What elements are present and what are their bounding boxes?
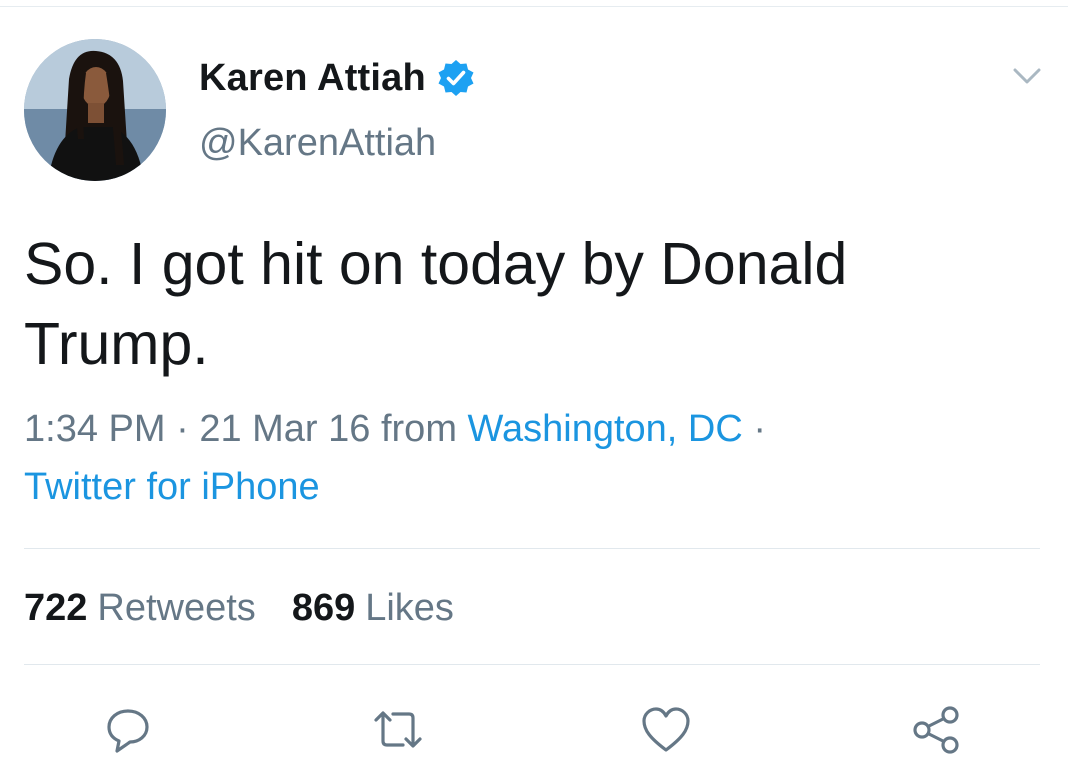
likes-count: 869 xyxy=(291,587,356,629)
retweets-stat[interactable]: 722 Retweets xyxy=(24,582,256,634)
verified-badge-icon xyxy=(438,60,474,96)
tweet-source-link[interactable]: Twitter for iPhone xyxy=(24,466,320,508)
tweet-date[interactable]: 21 Mar 16 xyxy=(199,408,370,450)
from-label: from xyxy=(380,408,457,450)
author-handle[interactable]: @KarenAttiah xyxy=(199,122,436,165)
reply-icon xyxy=(107,709,149,753)
top-divider xyxy=(0,6,1068,7)
author-display-name[interactable]: Karen Attiah xyxy=(199,57,426,100)
meta-separator: · xyxy=(176,408,189,450)
heart-icon xyxy=(642,707,690,752)
chevron-down-icon[interactable] xyxy=(1012,64,1042,88)
tweet-text: So. I got hit on today by Donald Trump. xyxy=(24,231,848,377)
divider xyxy=(24,548,1040,549)
tweet-meta: 1:34 PM · 21 Mar 16 from Washington, DC … xyxy=(24,400,1024,516)
author-name-row[interactable]: Karen Attiah xyxy=(199,52,476,104)
tweet-location-link[interactable]: Washington, DC xyxy=(468,408,743,450)
reply-button[interactable] xyxy=(98,700,158,760)
likes-stat[interactable]: 869 Likes xyxy=(292,582,454,634)
divider xyxy=(24,664,1040,665)
meta-separator-2: · xyxy=(753,408,767,450)
retweets-count: 722 xyxy=(24,587,88,629)
retweets-label: Retweets xyxy=(97,587,256,629)
likes-label: Likes xyxy=(365,587,454,629)
tweet-stats: 722 Retweets 869 Likes xyxy=(24,582,454,634)
retweet-button[interactable] xyxy=(368,700,428,760)
tweet-time[interactable]: 1:34 PM xyxy=(24,408,166,450)
avatar-image xyxy=(24,39,166,181)
retweet-icon xyxy=(374,711,422,748)
like-button[interactable] xyxy=(636,700,696,760)
avatar[interactable] xyxy=(24,39,166,181)
share-button[interactable] xyxy=(906,700,966,760)
share-icon xyxy=(913,706,959,754)
